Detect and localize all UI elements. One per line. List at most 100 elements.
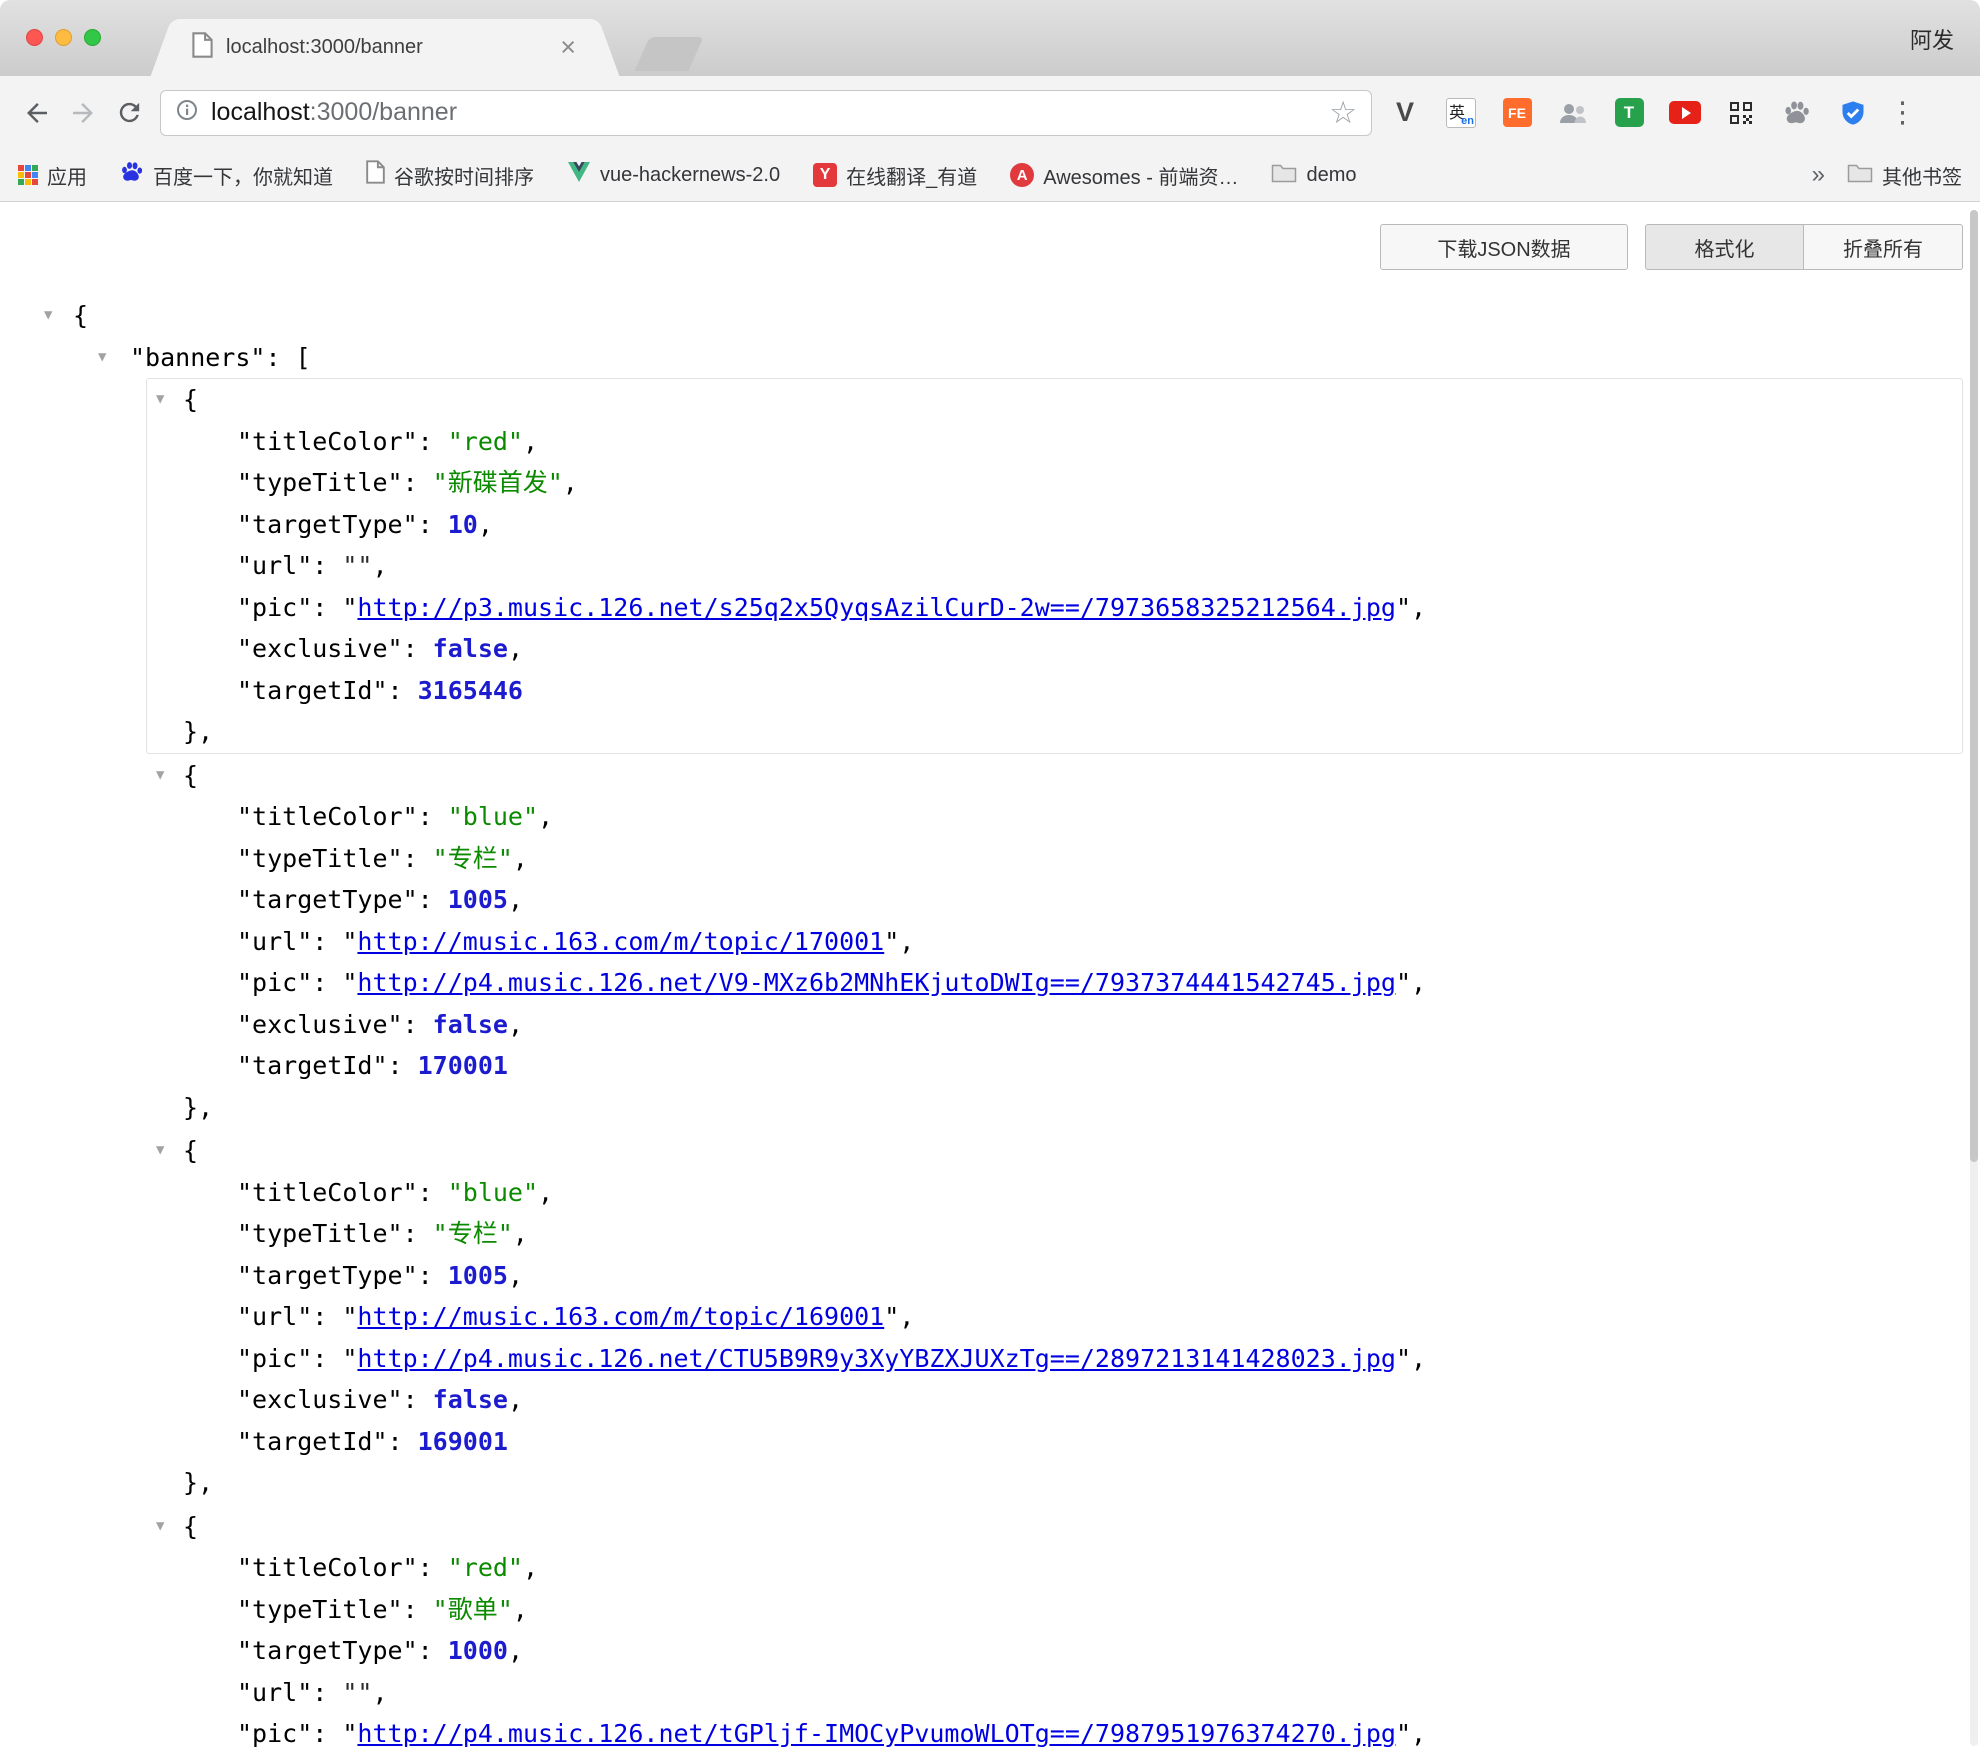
json-property: "titleColor": "red", [147, 421, 1962, 463]
url-bar[interactable]: localhost:3000/banner ☆ [160, 90, 1372, 136]
paw-extension-icon[interactable] [1780, 96, 1814, 130]
bookmark-item-vue-hackernews[interactable]: vue-hackernews-2.0 [567, 161, 780, 189]
minimize-window-button[interactable] [55, 29, 72, 46]
translate-icon[interactable]: 英en [1444, 96, 1478, 130]
awesomes-icon: A [1010, 163, 1034, 187]
download-json-button[interactable]: 下载JSON数据 [1380, 224, 1628, 270]
json-number-value: false [433, 634, 508, 663]
collapse-triangle-icon[interactable]: ▼ [156, 1130, 164, 1172]
collapse-all-button[interactable]: 折叠所有 [1804, 224, 1963, 270]
json-tree: ▼{▼"banners": [▼{"titleColor": "red","ty… [0, 295, 1980, 1754]
json-line: ▼{ [0, 295, 1980, 337]
json-property: "titleColor": "blue", [147, 796, 1962, 838]
scrollbar[interactable] [1970, 210, 1978, 1746]
json-property: "exclusive": false, [147, 628, 1962, 670]
browser-tab[interactable]: localhost:3000/banner × [176, 19, 594, 76]
navigation-toolbar: localhost:3000/banner ☆ V 英en FE T ⋮ [0, 76, 1980, 149]
collapse-triangle-icon[interactable]: ▼ [44, 295, 52, 337]
collapse-triangle-icon[interactable]: ▼ [156, 1506, 164, 1548]
reload-button[interactable] [106, 90, 152, 136]
bookmark-label: 谷歌按时间排序 [394, 161, 534, 190]
json-punctuation: }, [183, 1093, 213, 1122]
json-punctuation: , [523, 427, 538, 456]
json-property: "targetType": 1000, [147, 1630, 1962, 1672]
tab-close-icon[interactable]: × [558, 34, 578, 61]
json-punctuation: " [1396, 968, 1411, 997]
json-punctuation: , [523, 1553, 538, 1582]
json-line: ▼{ [147, 379, 1962, 421]
json-link[interactable]: http://p4.music.126.net/CTU5B9R9y3XyYBZX… [357, 1344, 1396, 1373]
collapse-triangle-icon[interactable]: ▼ [156, 755, 164, 797]
json-property: "url": "", [147, 1672, 1962, 1714]
json-number-value: 1000 [448, 1636, 508, 1665]
page-content: 下载JSON数据 格式化 折叠所有 ▼{▼"banners": [▼{"titl… [0, 202, 1980, 1754]
bookmark-item-demo-folder[interactable]: demo [1271, 161, 1356, 189]
json-property: "pic": "http://p4.music.126.net/tGPljf-I… [147, 1713, 1962, 1754]
json-punctuation: , [508, 1261, 523, 1290]
format-button[interactable]: 格式化 [1645, 224, 1804, 270]
json-link[interactable]: http://p3.music.126.net/s25q2x5QyqsAzilC… [357, 593, 1396, 622]
tab-title: localhost:3000/banner [226, 36, 558, 59]
json-punctuation: " [342, 593, 357, 622]
json-property: "typeTitle": "歌单", [147, 1589, 1962, 1631]
people-extension-icon[interactable] [1556, 96, 1590, 130]
json-key: "titleColor": [237, 1553, 448, 1582]
qr-code-icon[interactable] [1724, 96, 1758, 130]
close-window-button[interactable] [26, 29, 43, 46]
green-badge-icon[interactable]: T [1612, 96, 1646, 130]
json-link[interactable]: http://p4.music.126.net/V9-MXz6b2MNhEKju… [357, 968, 1396, 997]
json-key: "exclusive": [237, 1385, 433, 1414]
shield-check-icon[interactable] [1836, 96, 1870, 130]
json-number-value: 169001 [418, 1427, 508, 1456]
page-icon [366, 160, 385, 190]
bookmarks-right-group: » 其他书签 [1812, 161, 1962, 190]
back-button[interactable] [14, 90, 60, 136]
json-property: "pic": "http://p4.music.126.net/V9-MXz6b… [147, 962, 1962, 1004]
json-number-value: false [433, 1385, 508, 1414]
json-punctuation: " [1396, 593, 1411, 622]
collapse-triangle-icon[interactable]: ▼ [156, 379, 164, 421]
json-property: "targetId": 170001 [147, 1045, 1962, 1087]
json-property: "url": "", [147, 545, 1962, 587]
youtube-icon[interactable] [1668, 96, 1702, 130]
json-link[interactable]: http://p4.music.126.net/tGPljf-IMOCyPvum… [357, 1719, 1396, 1748]
fe-extension-icon[interactable]: FE [1500, 96, 1534, 130]
bookmarks-overflow-chevron[interactable]: » [1812, 161, 1825, 189]
browser-menu-icon[interactable]: ⋮ [1882, 95, 1923, 130]
vimium-icon[interactable]: V [1388, 96, 1422, 130]
bookmark-star-icon[interactable]: ☆ [1329, 97, 1357, 128]
profile-name[interactable]: 阿发 [1910, 23, 1954, 55]
bookmark-item-awesomes[interactable]: A Awesomes - 前端资… [1010, 161, 1238, 190]
bookmark-item-youdao[interactable]: Y 在线翻译_有道 [813, 161, 977, 190]
json-key: "targetType": [237, 1636, 448, 1665]
json-line: ▼{ [147, 1130, 1962, 1172]
json-link[interactable]: http://music.163.com/m/topic/169001 [357, 1302, 884, 1331]
json-empty-string-value: "" [342, 551, 372, 580]
json-string-value: "red" [448, 1553, 523, 1582]
json-link[interactable]: http://music.163.com/m/topic/170001 [357, 927, 884, 956]
folder-icon [1271, 161, 1297, 189]
json-property: "url": "http://music.163.com/m/topic/170… [147, 921, 1962, 963]
bookmark-item-apps[interactable]: 应用 [18, 161, 87, 190]
json-object: ▼{"titleColor": "red","typeTitle": "歌单",… [146, 1505, 1963, 1754]
json-property: "titleColor": "red", [147, 1547, 1962, 1589]
bookmark-item-google-sort[interactable]: 谷歌按时间排序 [366, 160, 534, 190]
bookmark-item-baidu[interactable]: 百度一下，你就知道 [120, 160, 333, 190]
json-punctuation: , [538, 802, 553, 831]
json-punctuation: , [372, 551, 387, 580]
info-icon[interactable] [175, 98, 199, 127]
forward-button[interactable] [60, 90, 106, 136]
scrollbar-thumb[interactable] [1970, 210, 1978, 1162]
json-punctuation: , [1411, 1344, 1426, 1373]
new-tab-button[interactable] [634, 37, 703, 71]
json-punctuation: , [478, 510, 493, 539]
tab-strip: localhost:3000/banner × 阿发 [0, 0, 1980, 76]
extensions-row: V 英en FE T [1388, 96, 1870, 130]
collapse-triangle-icon[interactable]: ▼ [98, 337, 106, 379]
other-bookmarks-folder[interactable]: 其他书签 [1847, 161, 1962, 190]
zoom-window-button[interactable] [84, 29, 101, 46]
vue-logo-icon [567, 161, 591, 189]
json-key: "pic": [237, 593, 342, 622]
json-property: "typeTitle": "专栏", [147, 1213, 1962, 1255]
json-punctuation: , [563, 468, 578, 497]
